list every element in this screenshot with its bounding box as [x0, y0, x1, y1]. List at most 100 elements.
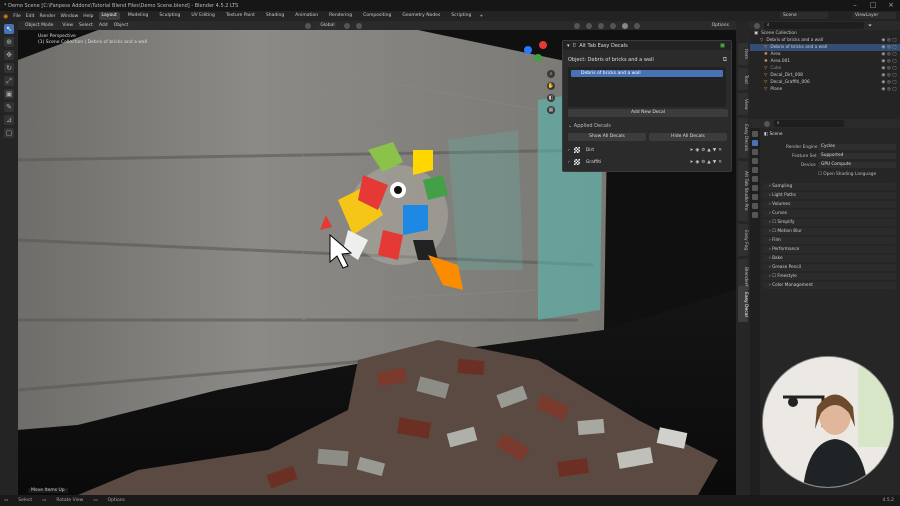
camera-view-icon[interactable]: ◧	[547, 94, 555, 102]
minimize-icon[interactable]: –	[846, 0, 864, 11]
workspace-tab-animation[interactable]: Animation	[292, 12, 321, 20]
tab-easy-decals[interactable]: Easy Decals	[738, 118, 748, 158]
tab-easy-fog[interactable]: Easy Fog	[738, 224, 748, 256]
last-operator-panel[interactable]: Move Items Up	[28, 488, 68, 493]
transform-icon[interactable]: ▣	[4, 89, 14, 99]
render-engine-dropdown[interactable]: Cycles	[818, 144, 896, 150]
list-item[interactable]: Debris of bricks and a wall	[571, 70, 723, 77]
view-layer-selector[interactable]: ViewLayer	[852, 12, 896, 19]
tab-view[interactable]: View	[738, 93, 748, 115]
render-properties-icon[interactable]	[752, 140, 758, 146]
feature-set-dropdown[interactable]: Supported	[818, 153, 896, 159]
section-grease-pencil[interactable]: › Grease Pencil	[763, 264, 896, 271]
world-properties-icon[interactable]	[752, 176, 758, 182]
chevron-right-icon[interactable]: ›	[568, 148, 570, 153]
scale-icon[interactable]: ⤢	[4, 76, 14, 86]
workspace-tab-compositing[interactable]: Compositing	[360, 12, 394, 20]
decal-object-list[interactable]: Debris of bricks and a wall	[568, 67, 726, 107]
tab-item[interactable]: Item	[738, 43, 748, 65]
snap-icon[interactable]	[343, 22, 350, 29]
section-bake[interactable]: › Bake	[763, 255, 896, 262]
applied-decals-section[interactable]: ⌄ Applied Decals	[568, 123, 611, 129]
close-icon[interactable]: ×	[882, 0, 900, 11]
decal-row-dirt[interactable]: › Dirt ➤◉⚙▲▼✕	[568, 145, 728, 155]
outliner-display-icon[interactable]	[754, 22, 760, 29]
menu-help[interactable]: Help	[83, 14, 93, 19]
section-curves[interactable]: › Curves	[763, 210, 896, 217]
overlay-icon[interactable]	[585, 22, 592, 29]
pan-hand-icon[interactable]: ✋	[547, 82, 555, 90]
outliner-item[interactable]: ▽ Decal_Dirt_008 ◉◎▢	[750, 72, 900, 79]
visibility-toggles-icon[interactable]: ◉◎▢	[881, 37, 898, 44]
material-shading-icon[interactable]	[621, 22, 628, 29]
tab-alt-tab-studio-pro[interactable]: Alt Tab Studio Pro	[738, 161, 748, 221]
blender-logo-icon[interactable]: ◉	[3, 13, 8, 20]
section-film[interactable]: › Film	[763, 237, 896, 244]
decal-actions-icon[interactable]: ➤◉⚙▲▼✕	[690, 148, 724, 153]
menu-object[interactable]: Object	[114, 23, 129, 28]
transform-pivot-icon[interactable]	[305, 22, 312, 29]
tab-tool[interactable]: Tool	[738, 68, 748, 90]
outliner-item[interactable]: ▽ Cube ◉◎▢	[750, 65, 900, 72]
cursor-icon[interactable]: ⊕	[4, 37, 14, 47]
object-properties-icon[interactable]	[752, 194, 758, 200]
options-button[interactable]: Options	[708, 22, 732, 29]
chevron-right-icon[interactable]: ›	[568, 160, 570, 165]
visibility-toggles-icon[interactable]: ◉◎▢	[881, 86, 898, 93]
tool-settings-icon[interactable]	[752, 131, 758, 137]
show-all-decals-button[interactable]: Show All Decals	[568, 133, 646, 141]
scene-selector[interactable]: Scene	[780, 12, 828, 19]
section-performance[interactable]: › Performance	[763, 246, 896, 253]
workspace-tab-scripting[interactable]: Scripting	[448, 12, 474, 20]
material-properties-icon[interactable]	[752, 212, 758, 218]
section-simplify[interactable]: › ☐ Simplify	[763, 219, 896, 226]
zoom-icon[interactable]: ⌕	[547, 70, 555, 78]
copy-icon[interactable]: ⧉	[723, 56, 727, 64]
workspace-tab-modeling[interactable]: Modeling	[125, 12, 151, 20]
outliner-item[interactable]: ✺ Area.001 ◉◎▢	[750, 58, 900, 65]
proportional-edit-icon[interactable]	[355, 22, 362, 29]
outliner-item[interactable]: ▽ Debris of bricks and a wall ◉◎▢	[750, 37, 900, 44]
section-motion-blur[interactable]: › ☐ Motion Blur	[763, 228, 896, 235]
section-volumes[interactable]: › Volumes	[763, 201, 896, 208]
solid-shading-icon[interactable]	[609, 22, 616, 29]
menu-render[interactable]: Render	[40, 14, 56, 19]
rotate-icon[interactable]: ↻	[4, 63, 14, 73]
modifier-properties-icon[interactable]	[752, 203, 758, 209]
collapse-arrow-icon[interactable]: ▾	[567, 43, 570, 49]
rendered-shading-icon[interactable]	[633, 22, 640, 29]
decal-panel-header[interactable]: ▾ ⠿ Alt Tab Easy Decals ◼	[563, 41, 731, 50]
annotate-icon[interactable]: ✎	[4, 102, 14, 112]
mode-selector[interactable]: Object Mode	[22, 22, 57, 29]
outliner-item[interactable]: ✺ Area ◉◎▢	[750, 51, 900, 58]
section-color-management[interactable]: › Color Management	[763, 282, 896, 289]
output-properties-icon[interactable]	[752, 149, 758, 155]
hide-all-decals-button[interactable]: Hide All Decals	[649, 133, 727, 141]
select-box-icon[interactable]: ↖	[4, 24, 14, 34]
visibility-icon[interactable]	[573, 22, 580, 29]
workspace-tab-texture-paint[interactable]: Texture Paint	[223, 12, 258, 20]
orientation-selector[interactable]: Global	[317, 22, 338, 29]
workspace-tab-geometry-nodes[interactable]: Geometry Nodes	[399, 12, 443, 20]
scene-collection-row[interactable]: ▣ Scene Collection	[750, 30, 900, 37]
menu-window[interactable]: Window	[61, 14, 79, 19]
section-freestyle[interactable]: › ☐ Freestyle	[763, 273, 896, 280]
perspective-toggle-icon[interactable]: ▦	[547, 106, 555, 114]
visibility-toggles-icon[interactable]: ◉◎▢	[881, 65, 898, 72]
decal-row-graffiti[interactable]: › Graffiti ➤◉⚙▲▼✕	[568, 157, 728, 167]
menu-edit[interactable]: Edit	[26, 14, 35, 19]
outliner-search-input[interactable]: ⌕	[764, 22, 864, 29]
device-dropdown[interactable]: GPU Compute	[818, 162, 896, 168]
workspace-tab-shading[interactable]: Shading	[263, 12, 287, 20]
outliner-item[interactable]: ▽ Plane ◉◎▢	[750, 86, 900, 93]
properties-display-icon[interactable]	[764, 120, 770, 127]
properties-search-input[interactable]: ⌕	[774, 120, 844, 127]
filter-icon[interactable]: ⏷	[868, 23, 872, 29]
visibility-toggles-icon[interactable]: ◉◎▢	[881, 51, 898, 58]
workspace-tab-rendering[interactable]: Rendering	[326, 12, 355, 20]
menu-select[interactable]: Select	[79, 23, 93, 28]
add-cube-icon[interactable]: ▢	[4, 128, 14, 138]
decal-actions-icon[interactable]: ➤◉⚙▲▼✕	[690, 160, 724, 165]
move-icon[interactable]: ✥	[4, 50, 14, 60]
visibility-toggles-icon[interactable]: ◉◎▢	[881, 44, 898, 51]
